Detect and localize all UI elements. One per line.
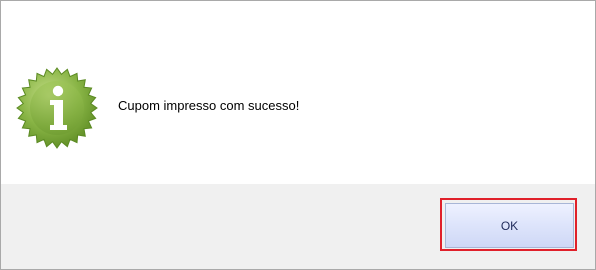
info-seal-icon [16,67,98,149]
dialog-content: Cupom impresso com sucesso! [1,1,595,184]
message-dialog: Cupom impresso com sucesso! OK [0,0,596,270]
ok-button[interactable]: OK [445,203,574,248]
dialog-footer: OK [1,184,595,269]
dialog-message: Cupom impresso com sucesso! [118,98,300,113]
